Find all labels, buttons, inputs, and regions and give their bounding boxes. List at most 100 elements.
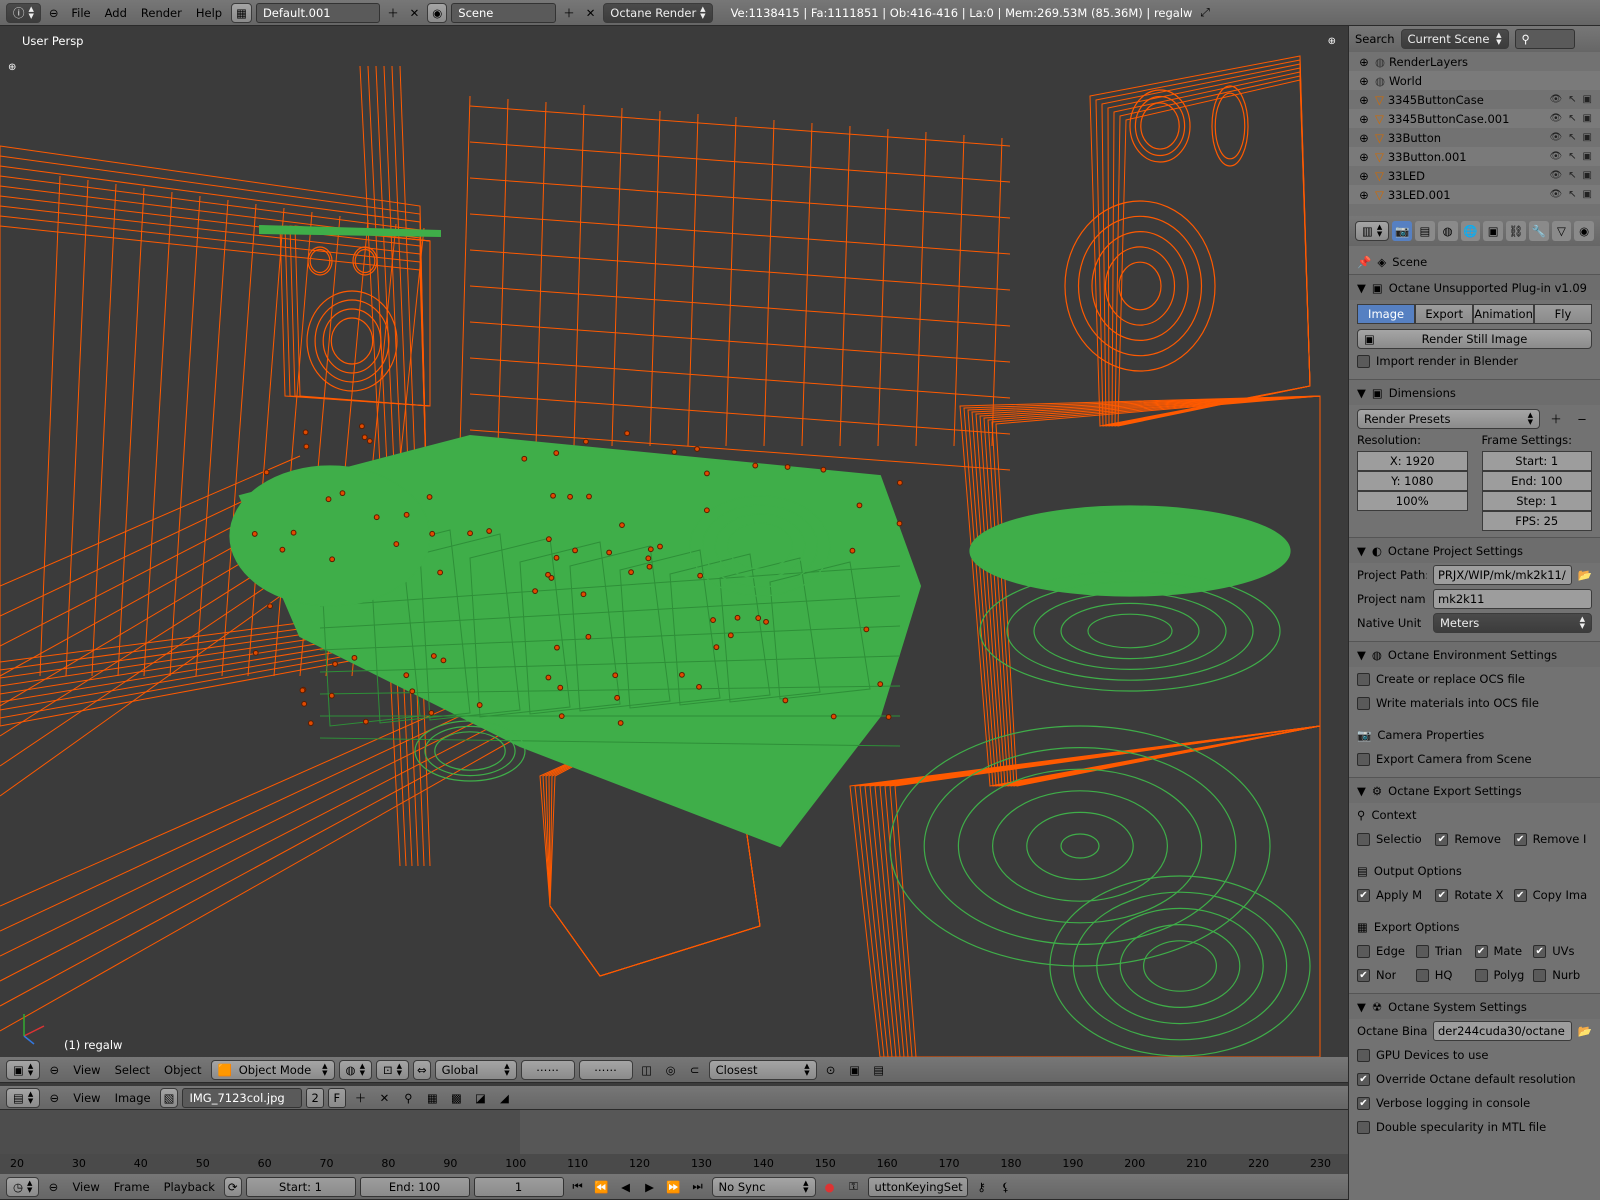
render-opengl-icon[interactable]: ▣ [845, 1060, 865, 1080]
fullscreen-icon[interactable]: ⤢ [1197, 3, 1215, 23]
export-camera-row[interactable]: Export Camera from Scene [1349, 747, 1600, 771]
expand-icon[interactable]: ⊕ [1357, 112, 1371, 126]
start-frame-field[interactable]: Start: 1 [245, 1176, 356, 1197]
menu-object[interactable]: Object [159, 1063, 206, 1077]
outliner-item[interactable]: ⊕ ▽ 33LED 👁 ↖ ▣ [1349, 166, 1600, 185]
cursor-icon[interactable]: ↖ [1568, 113, 1576, 124]
layers-tab-icon[interactable]: ▤ [1415, 221, 1435, 241]
frame-start-field[interactable]: Start: 1 [1481, 451, 1592, 471]
object-tab-icon[interactable]: ▣ [1483, 221, 1504, 241]
collapse-menu-icon[interactable]: ⊖ [44, 1060, 64, 1080]
image-name-field[interactable]: IMG_7123col.jpg [182, 1087, 303, 1108]
camera-icon[interactable]: ▣ [1583, 170, 1592, 181]
export-option-checkbox[interactable] [1357, 944, 1370, 958]
system-panel-header[interactable]: ▼ ☢ Octane System Settings [1349, 993, 1600, 1019]
pin-icon[interactable]: ⚲ [398, 1088, 418, 1108]
export-option[interactable]: Trian [1415, 939, 1475, 963]
editor-type-image-button[interactable]: ▤ ▲ ▼ [6, 1087, 41, 1108]
render-still-button[interactable]: ▣ Render Still Image [1357, 329, 1592, 349]
menu-view[interactable]: View [67, 1180, 104, 1194]
expand-icon[interactable]: ⊕ [1357, 74, 1371, 88]
export-option[interactable]: Edge [1357, 939, 1416, 963]
outliner-item[interactable]: ⊕ ▽ 33Button 👁 ↖ ▣ [1349, 128, 1600, 147]
remove-scene-icon[interactable]: ✕ [582, 3, 600, 23]
image-channels-icon[interactable]: ▦ [422, 1088, 442, 1108]
camera-icon[interactable]: ▣ [1583, 94, 1592, 105]
expand-icon[interactable]: ⊕ [1357, 150, 1371, 164]
verbose-logging-row[interactable]: ✔ Verbose logging in console [1349, 1091, 1600, 1115]
frame-end-field[interactable]: End: 100 [1481, 471, 1592, 491]
double-specularity-row[interactable]: Double specularity in MTL file [1349, 1115, 1600, 1139]
editor-type-properties-button[interactable]: ▥ ▲ ▼ [1355, 221, 1390, 241]
expand-icon[interactable]: ⊕ [1357, 55, 1371, 69]
material-tab-icon[interactable]: ◉ [1574, 221, 1595, 241]
record-icon[interactable]: ● [820, 1177, 840, 1197]
native-unit-dropdown[interactable]: Meters ▲ ▼ [1433, 613, 1592, 633]
create-ocs-checkbox[interactable] [1357, 672, 1370, 686]
mode-dropdown[interactable]: 🟧 Object Mode ▲ ▼ [210, 1059, 335, 1080]
play-reverse-icon[interactable]: ◀ [616, 1177, 636, 1197]
expand-icon[interactable]: ⊕ [1357, 93, 1371, 107]
verbose-logging-checkbox[interactable]: ✔ [1357, 1096, 1370, 1110]
current-frame-field[interactable]: 1 [473, 1176, 564, 1197]
world-tab-icon[interactable]: 🌐 [1460, 221, 1481, 241]
pin-icon[interactable]: 📌 [1357, 255, 1371, 269]
override-resolution-checkbox[interactable]: ✔ [1357, 1072, 1370, 1086]
frame-ruler[interactable]: 20 30 40 50 60 70 80 90 100 110 120 130 140 150 160 170… [0, 1154, 1348, 1174]
outliner-item[interactable]: ⊕ ◍ World [1349, 71, 1600, 90]
end-frame-field[interactable]: End: 100 [359, 1176, 470, 1197]
export-option-checkbox[interactable] [1415, 944, 1429, 958]
3d-viewport[interactable]: User Persp (1) regalw ⊕ ⊕ [0, 26, 1348, 1057]
render-anim-icon[interactable]: ▤ [869, 1060, 889, 1080]
export-option-checkbox[interactable] [1415, 968, 1429, 982]
shading-dropdown[interactable]: ◍ ▲ ▼ [338, 1059, 372, 1080]
create-ocs-row[interactable]: Create or replace OCS file [1349, 667, 1600, 691]
eye-icon[interactable]: 👁 [1549, 170, 1562, 181]
manipulator-icon[interactable]: ⇔ [412, 1059, 431, 1080]
import-render-checkbox[interactable] [1357, 354, 1370, 368]
export-option[interactable]: ✔ Apply M [1357, 883, 1435, 907]
keying-set-field[interactable]: uttonKeyingSet [867, 1176, 968, 1197]
export-option-checkbox[interactable]: ✔ [1513, 888, 1527, 902]
add-layout-icon[interactable]: ＋ [384, 3, 402, 23]
outliner-filter-dropdown[interactable]: Current Scene ▲ ▼ [1400, 29, 1509, 49]
alpha-icon[interactable]: ▩ [446, 1088, 466, 1108]
export-option-checkbox[interactable] [1533, 968, 1547, 982]
layout-field[interactable]: Default.001 [255, 2, 381, 23]
snap-element-dropdown[interactable]: Closest ▲ ▼ [708, 1059, 817, 1080]
menu-view[interactable]: View [68, 1063, 105, 1077]
export-option[interactable]: ✔ Mate [1474, 939, 1534, 963]
new-image-icon[interactable]: ＋ [350, 1088, 370, 1108]
corner-plus-icon[interactable]: ⊕ [1328, 36, 1336, 47]
keying-icon[interactable]: ⚿ [844, 1177, 864, 1197]
scene-field[interactable]: Scene [451, 2, 557, 23]
export-panel-header[interactable]: ▼ ⚙ Octane Export Settings [1349, 777, 1600, 803]
camera-icon[interactable]: ▣ [1583, 189, 1592, 200]
sync-dropdown[interactable]: No Sync ▲ ▼ [711, 1176, 816, 1197]
cursor-icon[interactable]: ↖ [1568, 151, 1576, 162]
constraints-tab-icon[interactable]: ⛓ [1506, 221, 1526, 241]
import-render-row[interactable]: Import render in Blender [1349, 349, 1600, 373]
write-materials-row[interactable]: Write materials into OCS file [1349, 691, 1600, 715]
export-option-checkbox[interactable]: ✔ [1533, 944, 1547, 958]
plugin-panel-header[interactable]: ▼ ▣ Octane Unsupported Plug-in v1.09 [1349, 274, 1600, 300]
snap-magnet-icon[interactable]: ⊂ [685, 1060, 705, 1080]
remove-preset-icon[interactable]: − [1572, 409, 1592, 429]
export-option-checkbox[interactable]: ✔ [1357, 968, 1370, 982]
timeline-area[interactable]: 20 30 40 50 60 70 80 90 100 110 120 130 140 150 160 170… [0, 1110, 1348, 1174]
data-tab-icon[interactable]: ▽ [1551, 221, 1572, 241]
scene-icon[interactable]: ◉ [427, 2, 448, 23]
outliner-item[interactable]: ⊕ ▽ 33Button.001 👁 ↖ ▣ [1349, 147, 1600, 166]
modifiers-tab-icon[interactable]: 🔧 [1528, 221, 1549, 241]
outliner-item[interactable]: ⊕ ▽ 33LED.001 👁 ↖ ▣ [1349, 185, 1600, 204]
play-icon[interactable]: ▶ [640, 1177, 660, 1197]
outliner-search-input[interactable]: ⚲ [1514, 29, 1575, 49]
add-preset-icon[interactable]: ＋ [1546, 409, 1566, 429]
eye-icon[interactable]: 👁 [1549, 151, 1562, 162]
sample-icon[interactable]: ◢ [494, 1088, 514, 1108]
export-option-checkbox[interactable]: ✔ [1513, 832, 1527, 846]
editor-type-button[interactable]: ⓘ ▲ ▼ [6, 2, 41, 23]
layer-buttons-a[interactable]: ⋯⋯ [520, 1059, 575, 1080]
layer-buttons-b[interactable]: ⋯⋯ [578, 1059, 633, 1080]
tab-image[interactable]: Image [1357, 304, 1416, 324]
